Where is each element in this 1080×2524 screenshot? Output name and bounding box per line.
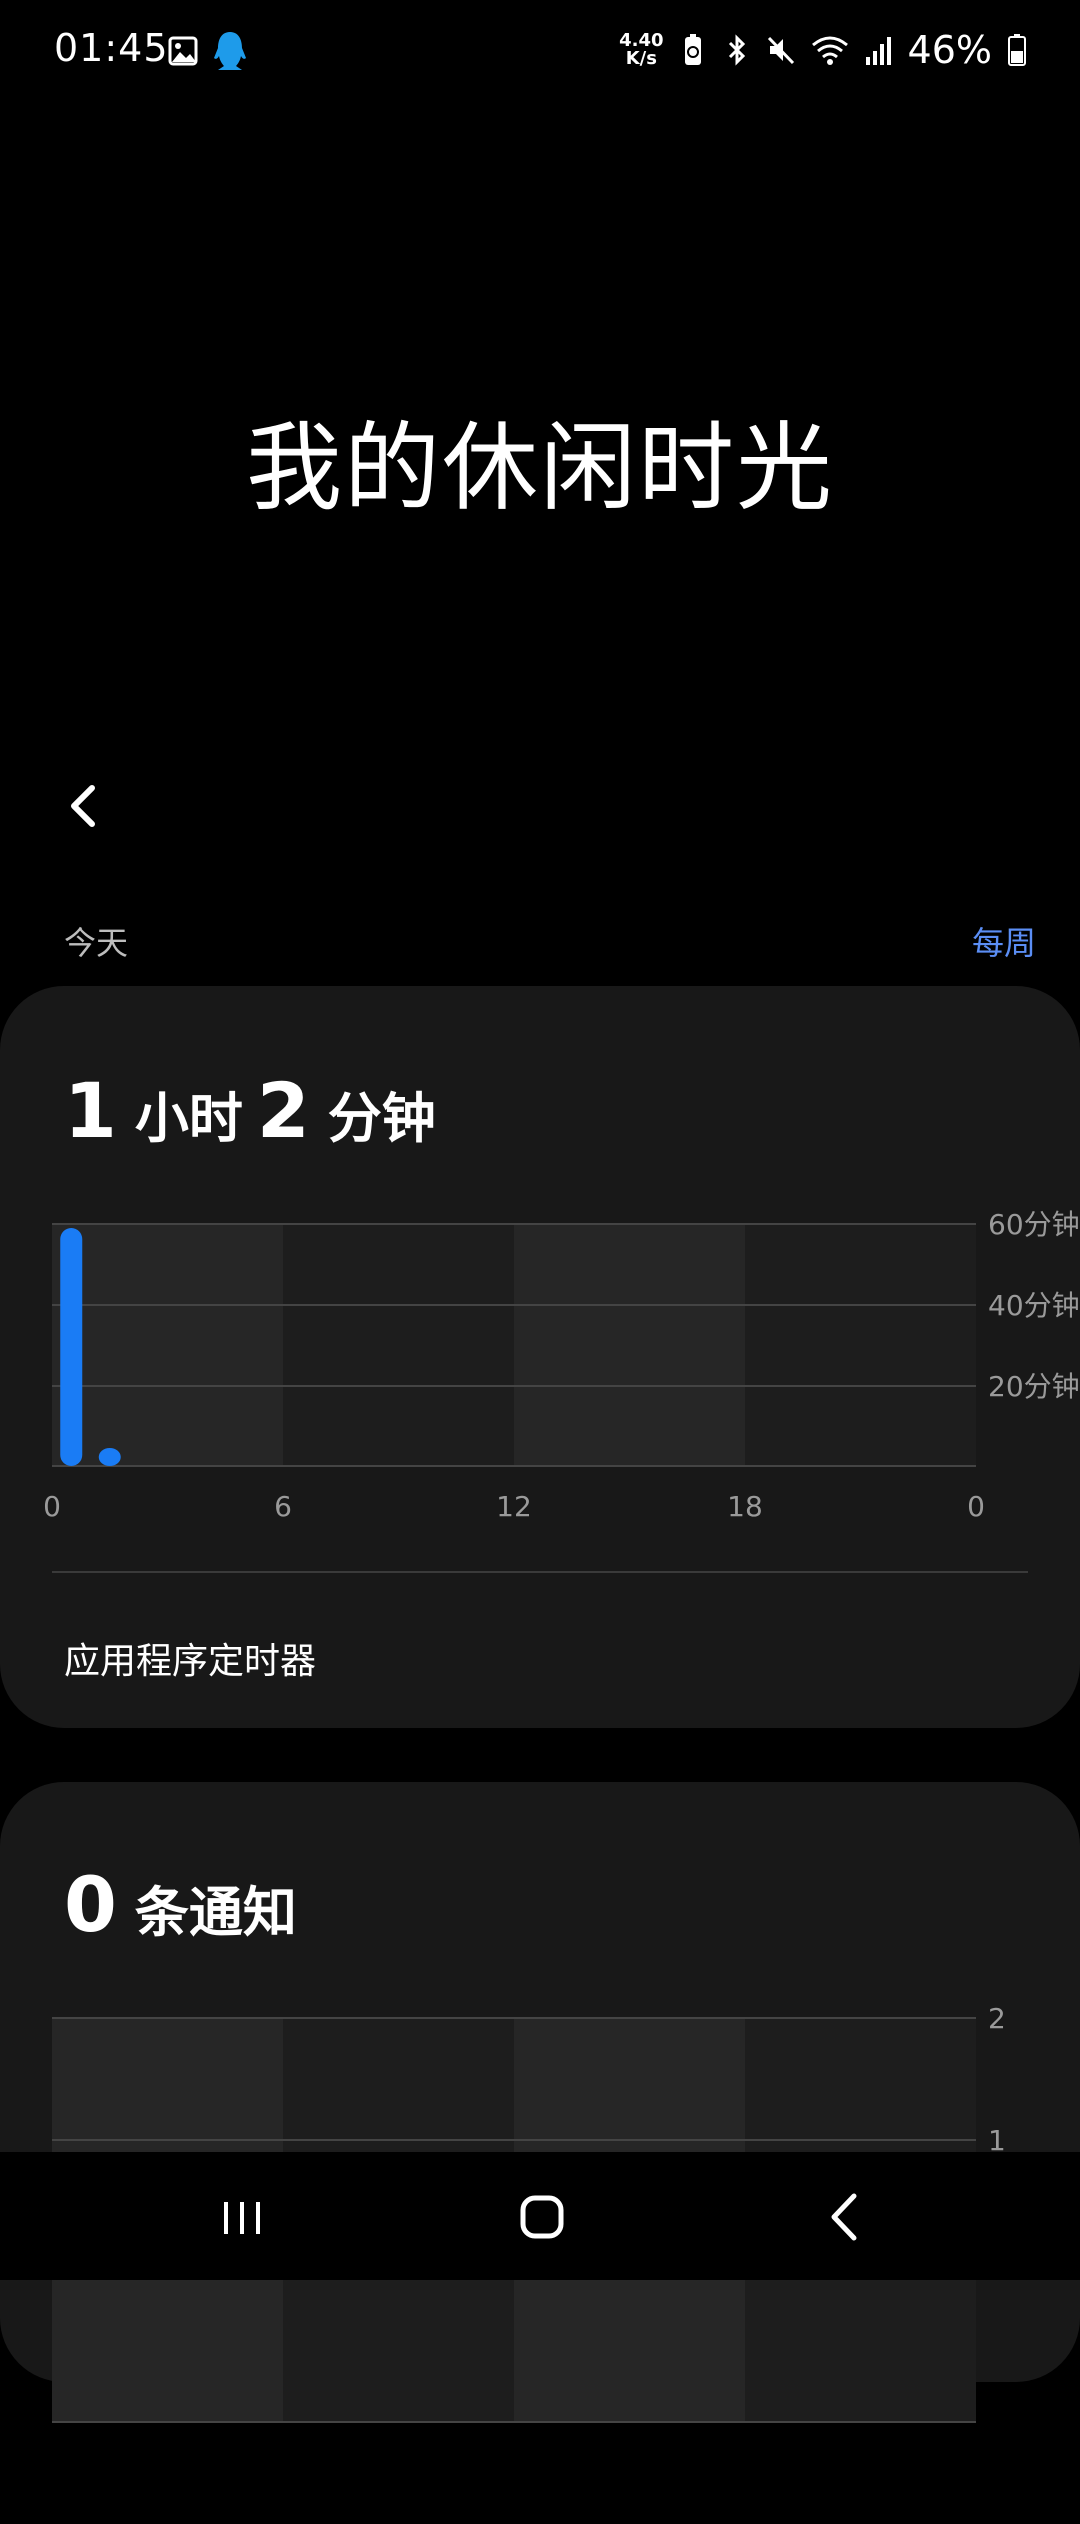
y-tick-label: 60分钟 bbox=[988, 1208, 1080, 1241]
usage-bar bbox=[98, 1448, 121, 1466]
chart-column-band bbox=[283, 1224, 514, 1466]
recents-icon[interactable] bbox=[202, 2182, 282, 2252]
chart-column-band bbox=[745, 1224, 976, 1466]
app-timer-item[interactable]: 应用程序定时器 bbox=[64, 1632, 316, 1684]
back-nav-icon[interactable] bbox=[806, 2182, 886, 2252]
battery-percent: 46% bbox=[907, 28, 992, 72]
chart-column-band bbox=[514, 1224, 745, 1466]
usage-card[interactable]: 1 小时 2 分钟 60分钟 40分钟 20分钟 0 6 12 18 0 应用程序定时器 bbox=[0, 986, 1080, 1728]
mute-icon bbox=[767, 36, 794, 65]
battery-saver-icon bbox=[684, 34, 701, 65]
x-tick-label: 6 bbox=[274, 1490, 292, 1523]
weekly-link[interactable]: 每周 bbox=[972, 918, 1036, 964]
x-tick-label: 0 bbox=[43, 1490, 61, 1523]
home-icon[interactable] bbox=[503, 2182, 583, 2252]
x-tick-label: 0 bbox=[967, 1490, 985, 1523]
gallery-icon bbox=[168, 36, 198, 66]
status-time: 01:45 bbox=[54, 26, 169, 70]
chart-column-band bbox=[52, 1224, 283, 1466]
x-tick-label: 12 bbox=[496, 1490, 532, 1523]
divider bbox=[52, 1571, 1028, 1573]
chevron-left-icon bbox=[71, 785, 95, 827]
qq-icon bbox=[214, 32, 246, 70]
bluetooth-icon bbox=[728, 34, 745, 66]
signal-icon bbox=[865, 37, 891, 65]
notifications-card[interactable]: 0 条通知 21 bbox=[0, 1782, 1080, 2423]
navigation-bar bbox=[0, 2152, 1080, 2280]
usage-chart: 60分钟 40分钟 20分钟 0 6 12 18 0 bbox=[43, 1208, 1080, 1523]
back-button[interactable] bbox=[56, 778, 112, 834]
period-label-today: 今天 bbox=[64, 924, 129, 962]
x-tick-label: 18 bbox=[727, 1490, 763, 1523]
network-speed: 4.40 K/s bbox=[619, 30, 664, 69]
status-bar: 01:45 4.40 K/s 46% bbox=[0, 0, 1080, 100]
y-tick-label: 2 bbox=[988, 2002, 1006, 2035]
wifi-icon bbox=[811, 36, 848, 65]
usage-bar bbox=[60, 1228, 83, 1466]
y-tick-label: 40分钟 bbox=[988, 1289, 1080, 1322]
y-tick-label: 20分钟 bbox=[988, 1370, 1080, 1403]
battery-icon bbox=[1008, 34, 1026, 66]
page-title: 我的休闲时光 bbox=[246, 412, 834, 524]
